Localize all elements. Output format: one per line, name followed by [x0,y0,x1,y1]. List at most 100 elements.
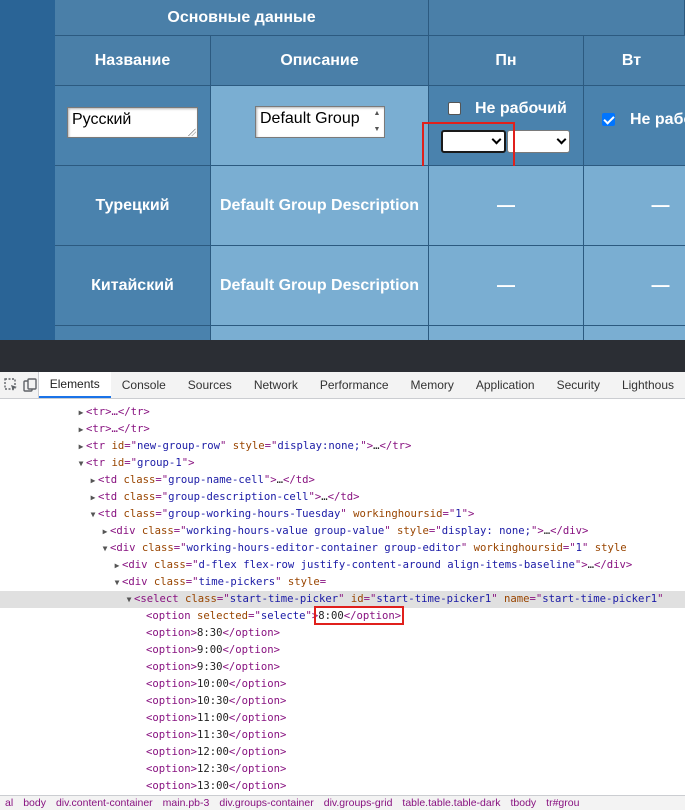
dom-token: " [384,525,398,537]
table-row-description-cell [211,326,429,340]
dom-node[interactable]: <option>10:30</option> [0,693,685,710]
monday-not-working-checkbox[interactable] [448,102,461,115]
devtools-tab-lighthous[interactable]: Lighthous [611,372,685,398]
dom-node[interactable]: ▶ <div class="working-hours-value group-v… [0,523,685,540]
dom-token: class [123,491,156,503]
dom-breadcrumb: al body div.content-container main.pb-3 div.… [0,795,685,810]
expand-open-icon[interactable]: ▼ [88,506,98,523]
column-header-name[interactable]: Название [55,36,211,86]
expand-open-icon[interactable]: ▼ [100,540,110,557]
dom-token: </td> [327,491,360,503]
devtools-tab-network[interactable]: Network [243,372,309,398]
expand-closed-icon[interactable]: ▶ [88,472,98,489]
expand-closed-icon[interactable]: ▶ [76,421,86,438]
dom-node[interactable]: <option>11:30</option> [0,727,685,744]
dom-token: " [219,440,233,452]
breadcrumb-item[interactable]: div.groups-grid [319,796,398,810]
dom-node[interactable]: <option>9:30</option> [0,659,685,676]
devtools-tab-memory[interactable]: Memory [400,372,465,398]
devtools-tab-security[interactable]: Security [546,372,611,398]
devtools-tab-performance[interactable]: Performance [309,372,400,398]
dom-node[interactable]: <option>10:00</option> [0,676,685,693]
tuesday-not-working-label: Не рабо [630,111,685,128]
dom-node[interactable]: ▶ <div class="d-flex flex-row justify-con… [0,557,685,574]
table-row-tuesday-cell: — [584,246,685,326]
dom-node[interactable]: ▶ <td class="group-description-cell">…</t… [0,489,685,506]
dom-token: <option> [146,695,198,707]
column-header-monday[interactable]: Пн [429,36,584,86]
devtools-tab-elements[interactable]: Elements [38,372,111,398]
dom-node[interactable]: ▶ <tr id="new-group-row" style="display:n… [0,438,685,455]
expand-open-icon[interactable]: ▼ [124,591,134,608]
tuesday-not-working-checkbox[interactable] [602,113,615,126]
dom-node[interactable]: ▼ <div class="time-pickers" style= [0,574,685,591]
dom-token: 13:00 [197,780,229,792]
dom-token: <td [98,474,124,486]
dom-node[interactable]: ▶ <tr>…</tr> [0,404,685,421]
breadcrumb-item[interactable]: body [18,796,51,810]
dom-token: working-hours-value group-value [186,525,385,537]
dom-token: 9:30 [197,661,223,673]
breadcrumb-item[interactable]: tr#grou [541,796,584,810]
dom-node[interactable]: <option>11:00</option> [0,710,685,727]
dom-node[interactable]: <option>13:00</option> [0,778,685,795]
devtools-tabs: Elements Console Sources Network Performance… [38,372,685,398]
dom-node[interactable]: ▶ <td class="group-name-cell">…</td> [0,472,685,489]
devtools-tab-sources[interactable]: Sources [177,372,243,398]
dom-token: =" [442,508,456,520]
inspect-element-icon[interactable] [0,372,22,398]
dom-node[interactable]: <option>12:00</option> [0,744,685,761]
breadcrumb-item[interactable]: tbody [505,796,541,810]
breadcrumb-item[interactable]: main.pb-3 [158,796,215,810]
device-toolbar-icon[interactable] [22,372,39,398]
dom-token: start-time-picker1 [376,593,492,605]
monday-not-working-label: Не рабочий [475,100,567,117]
column-header-description[interactable]: Описание [211,36,429,86]
expand-open-icon[interactable]: ▼ [76,455,86,472]
dom-node[interactable]: <option>9:00</option> [0,642,685,659]
column-header-tuesday[interactable]: Вт [584,36,685,86]
breadcrumb-item[interactable]: table.table.table-dark [397,796,505,810]
dom-token: </option> [222,627,280,639]
dom-token: </div> [594,559,633,571]
dom-node[interactable]: <option>8:30</option> [0,625,685,642]
devtools-tab-application[interactable]: Application [465,372,546,398]
devtools-tab-console[interactable]: Console [111,372,177,398]
expand-closed-icon[interactable]: ▶ [88,489,98,506]
expand-closed-icon[interactable]: ▶ [112,557,122,574]
dom-token: display: none; [441,525,531,537]
expand-closed-icon[interactable]: ▶ [76,404,86,421]
dom-token: </option> [228,678,287,690]
end-time-select[interactable] [507,130,570,153]
dom-token: </option> [228,695,287,707]
expand-closed-icon[interactable]: ▶ [76,438,86,455]
dom-node[interactable]: ▶ <tr>…</tr> [0,421,685,438]
dom-token: =" [185,576,199,588]
dom-token: <option [146,610,198,622]
breadcrumb-item[interactable]: al [0,796,18,810]
devtools-tab-bar: Elements Console Sources Network Performance… [0,372,685,399]
dom-token: 12:00 [197,746,229,758]
dom-node[interactable]: ▼ <td class="group-working-hours-Tuesday"… [0,506,685,523]
breadcrumb-item[interactable]: div.content-container [51,796,158,810]
table-row-name-cell: Турецкий [55,166,211,246]
expand-closed-icon[interactable]: ▶ [100,523,110,540]
dom-token: <option> [146,712,198,724]
dom-token: group-description-cell [168,491,309,503]
breadcrumb-item[interactable]: div.groups-container [214,796,318,810]
dom-node[interactable]: ▼ <tr id="group-1"> [0,455,685,472]
dom-node[interactable]: ▼ <div class="working-hours-editor-contai… [0,540,685,557]
group-description-input[interactable]: Default Group ▲ ▼ [255,106,385,138]
dom-token: start-time-picker1 [542,593,658,605]
expand-open-icon[interactable]: ▼ [112,574,122,591]
table-row-monday-cell: — [429,166,584,246]
dom-token: "> [181,457,195,469]
dom-token: =" [428,525,442,537]
row-description: Default Group Description [219,196,420,214]
dom-token: </option> [228,729,287,741]
resize-grip-icon[interactable] [188,128,196,136]
group-header-label: Основные данные [167,8,316,26]
dom-node[interactable]: <option>12:30</option> [0,761,685,778]
group-name-input[interactable]: Русский [67,107,198,138]
spin-arrows-icon[interactable]: ▲ ▼ [372,110,382,134]
